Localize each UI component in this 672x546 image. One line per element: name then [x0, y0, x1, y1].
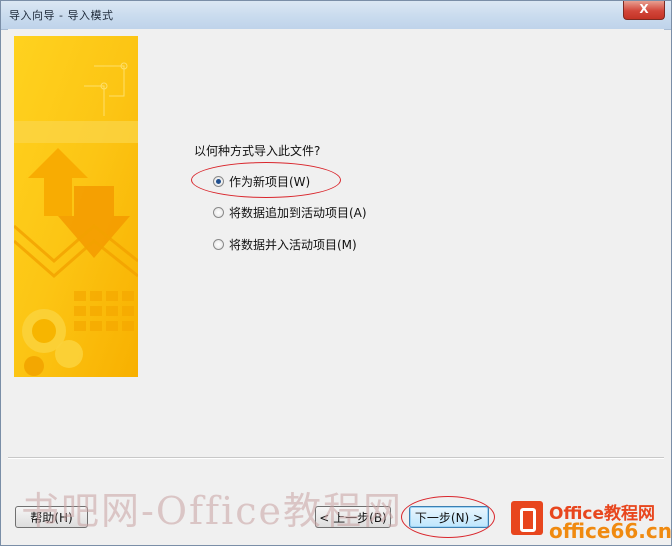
title-bar[interactable]: 导入向导 - 导入模式 X [1, 1, 671, 30]
option-append-data-label: 将数据追加到活动项目(A) [229, 206, 367, 220]
close-button[interactable]: X [623, 1, 665, 20]
footer-separator [8, 457, 664, 459]
window-title: 导入向导 - 导入模式 [9, 9, 114, 22]
next-annotation-ellipse [401, 496, 495, 538]
option-new-project-label: 作为新项目(W) [229, 175, 311, 189]
import-question: 以何种方式导入此文件? [194, 144, 321, 158]
wizard-body: 以何种方式导入此文件? 作为新项目(W) 将数据追加到活动项目(A) 将数据并入… [8, 29, 664, 538]
option-new-project[interactable]: 作为新项目(W) [213, 173, 310, 190]
import-wizard-window: 导入向导 - 导入模式 X 以何种方式导入此文件? 作为新项目(W) 将数据追加… [0, 0, 672, 546]
option-merge-data[interactable]: 将数据并入活动项目(M) [213, 236, 357, 253]
brand-line2: office66.cn [549, 519, 672, 543]
radio-merge-data[interactable] [213, 239, 224, 250]
office-logo-icon [511, 501, 543, 535]
option-append-data[interactable]: 将数据追加到活动项目(A) [213, 204, 367, 221]
radio-append-data[interactable] [213, 207, 224, 218]
wizard-banner-image [14, 36, 138, 377]
watermark-text: 书吧网-Office教程网 [21, 489, 404, 533]
banner-art [14, 36, 138, 377]
option-merge-data-label: 将数据并入活动项目(M) [229, 238, 357, 252]
brand-logo-block: Office教程网 office66.cn [511, 499, 671, 545]
radio-new-project[interactable] [213, 176, 224, 187]
